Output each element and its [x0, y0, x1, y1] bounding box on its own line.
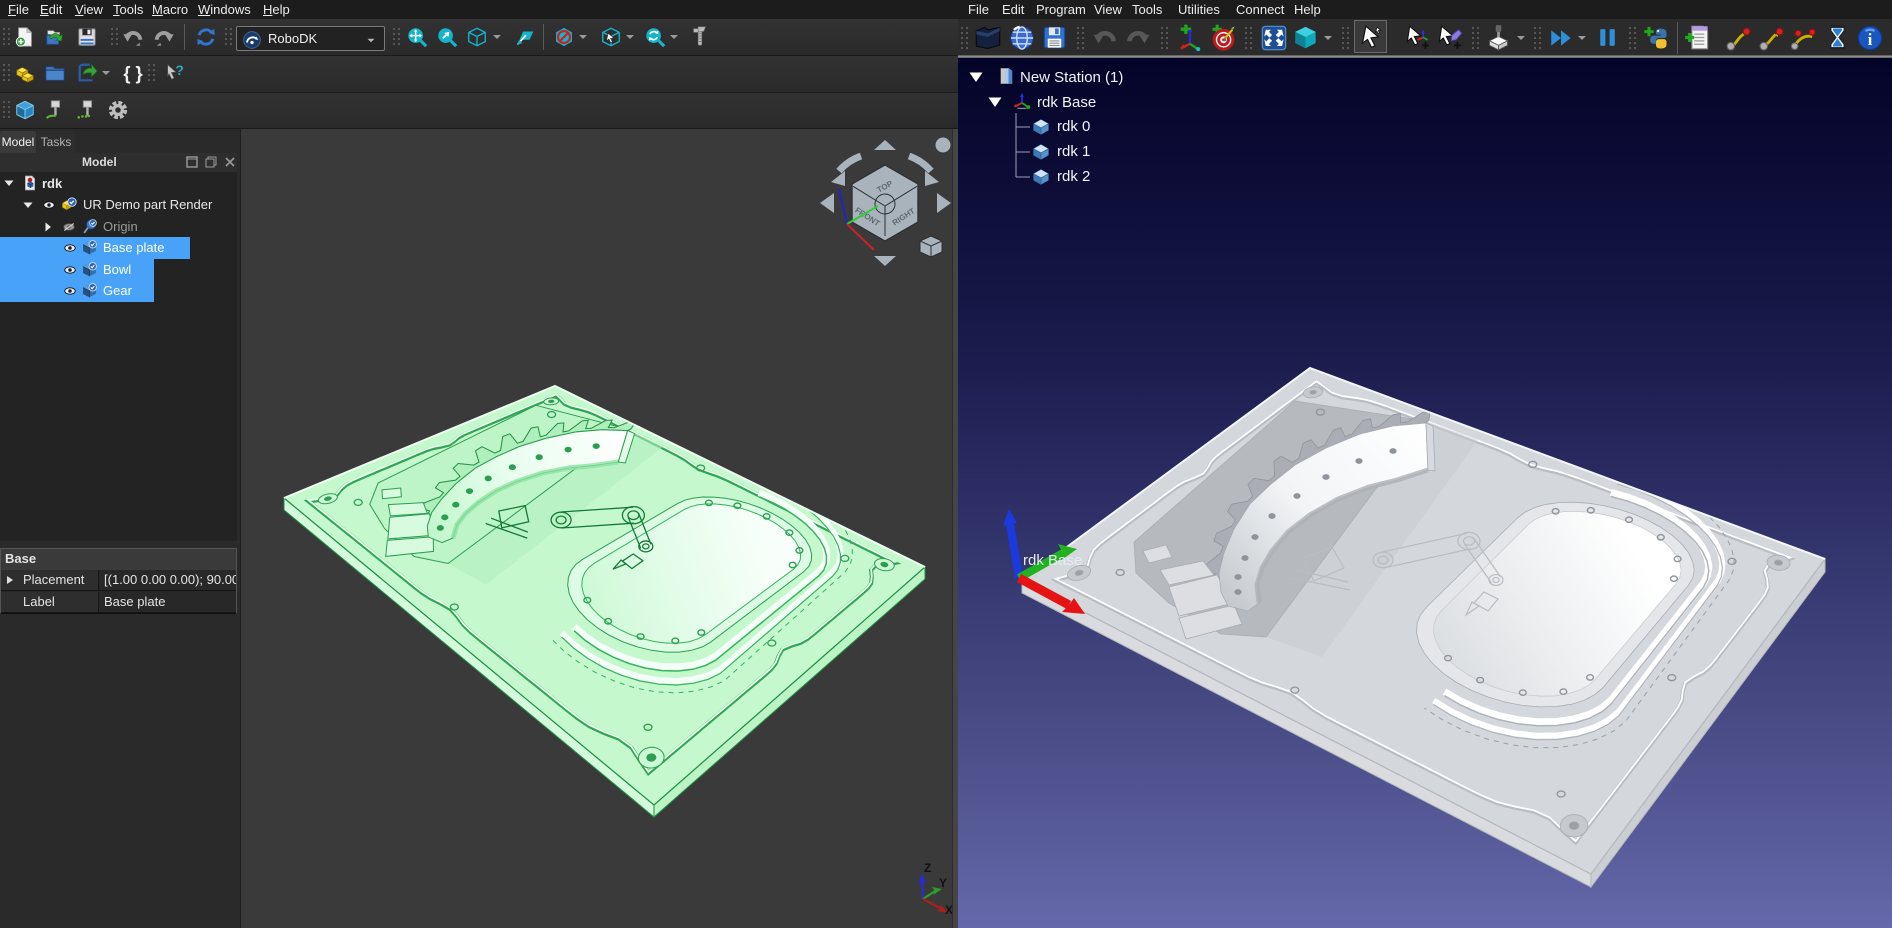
- svg-text:rdk Base: rdk Base: [1023, 552, 1082, 569]
- svg-text:i: i: [1868, 30, 1873, 49]
- svg-text:{ }: { }: [123, 62, 142, 83]
- svg-text:?: ?: [175, 63, 183, 78]
- svg-text:Z: Z: [924, 861, 931, 875]
- svg-text:Y: Y: [939, 876, 947, 890]
